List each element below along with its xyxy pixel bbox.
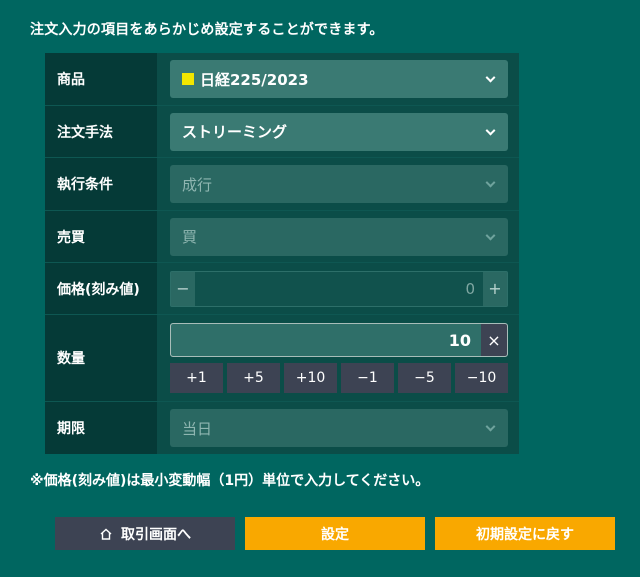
chevron-down-icon: [485, 230, 496, 241]
close-icon: ×: [487, 330, 501, 350]
quantity-quick-buttons: +1 +5 +10 −1 −5 −10: [170, 363, 508, 393]
side-select[interactable]: 買: [170, 217, 508, 256]
method-label: 注文手法: [45, 106, 157, 157]
row-side: 売買 買: [45, 211, 519, 263]
intro-text: 注文入力の項目をあらかじめ設定することができます。: [30, 22, 384, 38]
price-increment-button[interactable]: +: [483, 271, 507, 306]
method-select[interactable]: ストリーミング: [170, 112, 508, 151]
to-trade-screen-button[interactable]: 取引画面へ: [55, 517, 235, 550]
chevron-down-icon: [485, 421, 496, 432]
quantity-field: 10 ×: [170, 323, 508, 357]
price-input[interactable]: 0: [195, 272, 483, 306]
method-value: ストリーミング: [182, 123, 288, 141]
side-label: 売買: [45, 211, 157, 262]
price-note: ※価格(刻み値)は最小変動幅（1円）単位で入力してください。: [30, 473, 430, 489]
home-icon: [100, 528, 112, 540]
expiry-select[interactable]: 当日: [170, 409, 508, 447]
product-label: 商品: [45, 53, 157, 105]
row-product: 商品 日経225/2023: [45, 53, 519, 106]
clear-quantity-button[interactable]: ×: [481, 324, 507, 356]
save-settings-button[interactable]: 設定: [245, 517, 425, 550]
product-value: 日経225/2023: [200, 70, 309, 89]
price-decrement-button[interactable]: −: [171, 271, 195, 306]
row-method: 注文手法 ストリーミング: [45, 106, 519, 158]
price-stepper: − 0 +: [170, 270, 508, 307]
product-color-swatch: [182, 73, 194, 85]
quick-plus-5-button[interactable]: +5: [227, 363, 280, 393]
chevron-down-icon: [485, 125, 496, 136]
quantity-input[interactable]: 10: [171, 324, 481, 356]
to-trade-screen-label: 取引画面へ: [121, 526, 191, 543]
product-select[interactable]: 日経225/2023: [170, 60, 508, 98]
condition-select[interactable]: 成行: [170, 165, 508, 203]
quantity-label: 数量: [45, 315, 157, 401]
quick-plus-10-button[interactable]: +10: [284, 363, 337, 393]
reset-defaults-button[interactable]: 初期設定に戻す: [435, 517, 615, 550]
side-value: 買: [182, 228, 198, 246]
expiry-label: 期限: [45, 402, 157, 454]
quick-plus-1-button[interactable]: +1: [170, 363, 223, 393]
row-expiry: 期限 当日: [45, 402, 519, 454]
price-label: 価格(刻み値): [45, 263, 157, 314]
row-condition: 執行条件 成行: [45, 158, 519, 211]
quick-minus-5-button[interactable]: −5: [398, 363, 451, 393]
quick-minus-10-button[interactable]: −10: [455, 363, 508, 393]
chevron-down-icon: [485, 72, 496, 83]
row-price: 価格(刻み値) − 0 +: [45, 263, 519, 315]
row-quantity: 数量 10 × +1 +5 +10 −1 −5 −10: [45, 315, 519, 402]
condition-value: 成行: [182, 175, 213, 194]
settings-form: 商品 日経225/2023 注文手法 ストリーミング 執行条件 成行 売買 買 …: [45, 53, 519, 454]
action-bar: 取引画面へ 設定 初期設定に戻す: [55, 517, 615, 550]
quick-minus-1-button[interactable]: −1: [341, 363, 394, 393]
expiry-value: 当日: [182, 419, 213, 438]
chevron-down-icon: [485, 177, 496, 188]
condition-label: 執行条件: [45, 158, 157, 210]
